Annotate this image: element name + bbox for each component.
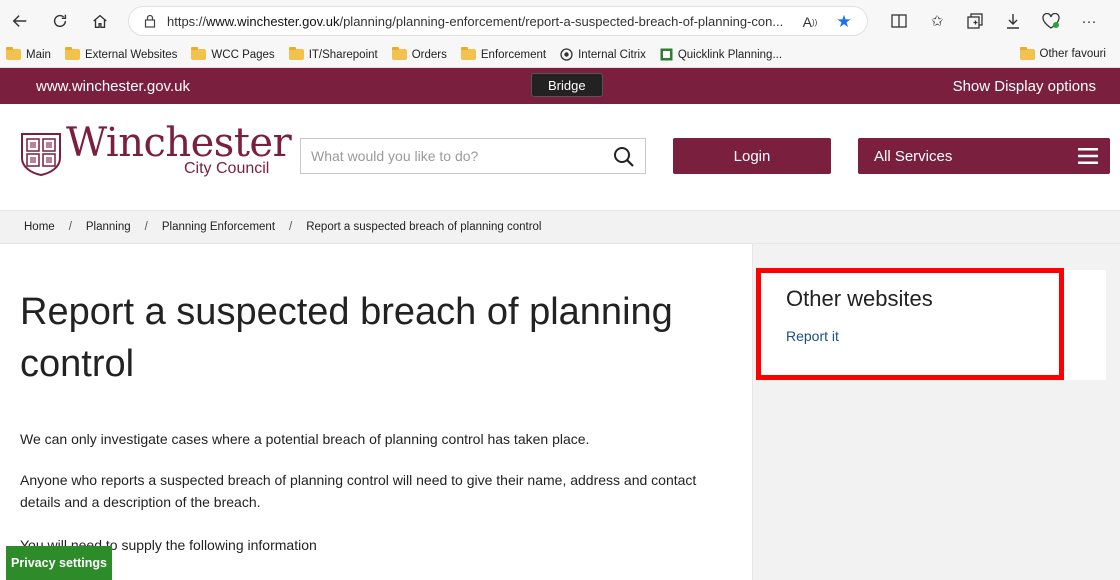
search-box <box>300 138 646 174</box>
back-icon[interactable] <box>4 5 36 37</box>
breadcrumb-home[interactable]: Home <box>24 221 55 233</box>
breadcrumb-planning-enforcement[interactable]: Planning Enforcement <box>162 221 275 233</box>
site-topbar: www.winchester.gov.uk Bridge Show Displa… <box>0 68 1120 104</box>
bookmarks-bar: Main External Websites WCC Pages IT/Shar… <box>0 42 1120 68</box>
quicklink-icon <box>660 48 673 61</box>
council-crest-icon[interactable] <box>20 132 62 176</box>
folder-icon <box>1019 46 1035 60</box>
bridge-tooltip: Bridge <box>531 73 603 97</box>
url-text: https://www.winchester.gov.uk/planning/p… <box>167 13 784 29</box>
lock-icon <box>144 14 156 28</box>
breadcrumb-separator: / <box>68 221 72 233</box>
hamburger-menu-icon <box>1078 148 1098 164</box>
bookmark-orders[interactable]: Orders <box>391 47 447 61</box>
bookmark-main[interactable]: Main <box>6 47 51 61</box>
search-input[interactable] <box>311 148 601 164</box>
folder-icon <box>391 47 407 60</box>
folder-icon <box>6 47 21 60</box>
citrix-icon <box>560 48 573 61</box>
login-button[interactable]: Login <box>673 138 831 174</box>
folder-icon <box>191 47 207 60</box>
browser-toolbar: https://www.winchester.gov.uk/planning/p… <box>0 0 1120 42</box>
folder-icon <box>64 47 80 60</box>
logo-subtitle: City Council <box>184 160 270 177</box>
site-domain-link[interactable]: www.winchester.gov.uk <box>36 78 190 95</box>
bookmark-internal-citrix[interactable]: Internal Citrix <box>560 48 646 61</box>
bookmark-external-websites[interactable]: External Websites <box>64 47 177 61</box>
page-title: Report a suspected breach of planning co… <box>20 291 673 385</box>
browser-right-icons: ✩ ··· <box>880 6 1108 36</box>
split-screen-icon[interactable] <box>880 6 918 36</box>
favorites-icon[interactable]: ✩ <box>918 6 956 36</box>
folder-icon <box>288 47 304 60</box>
all-services-button[interactable]: All Services <box>858 138 1110 174</box>
breadcrumb-current: Report a suspected breach of planning co… <box>306 221 542 233</box>
bookmark-wcc-pages[interactable]: WCC Pages <box>191 47 275 61</box>
home-icon[interactable] <box>84 5 116 37</box>
breadcrumb-planning[interactable]: Planning <box>86 221 131 233</box>
collections-icon[interactable] <box>956 6 994 36</box>
favorite-star-icon[interactable]: ★ <box>835 12 853 31</box>
bookmark-enforcement[interactable]: Enforcement <box>460 47 546 61</box>
search-icon[interactable] <box>613 146 635 168</box>
folder-icon <box>460 47 476 60</box>
information-paragraph: You will need to supply the following in… <box>20 537 317 553</box>
breadcrumb-separator: / <box>289 221 293 233</box>
bookmark-other-favourites[interactable]: Other favouri <box>1019 46 1106 60</box>
breadcrumb-separator: / <box>144 221 148 233</box>
browser-essentials-icon[interactable] <box>1032 6 1070 36</box>
address-bar[interactable]: https://www.winchester.gov.uk/planning/p… <box>128 6 868 36</box>
bookmark-it-sharepoint[interactable]: IT/Sharepoint <box>288 47 378 61</box>
site-header: Winchester City Council Login All Servic… <box>0 104 1120 210</box>
privacy-settings-button[interactable]: Privacy settings <box>6 546 112 580</box>
refresh-icon[interactable] <box>44 5 76 37</box>
all-services-label: All Services <box>874 147 953 165</box>
intro-paragraph: We can only investigate cases where a po… <box>20 431 590 447</box>
more-menu-icon[interactable]: ··· <box>1070 6 1108 36</box>
bookmark-quicklink-planning[interactable]: Quicklink Planning... <box>660 48 782 61</box>
downloads-icon[interactable] <box>994 6 1032 36</box>
read-aloud-icon[interactable]: A)) <box>801 13 819 31</box>
breadcrumb: Home / Planning / Planning Enforcement /… <box>0 210 1120 244</box>
highlight-annotation-box <box>756 268 1064 380</box>
display-options-link[interactable]: Show Display options <box>953 78 1096 95</box>
contact-details-paragraph: Anyone who reports a suspected breach of… <box>20 472 697 510</box>
